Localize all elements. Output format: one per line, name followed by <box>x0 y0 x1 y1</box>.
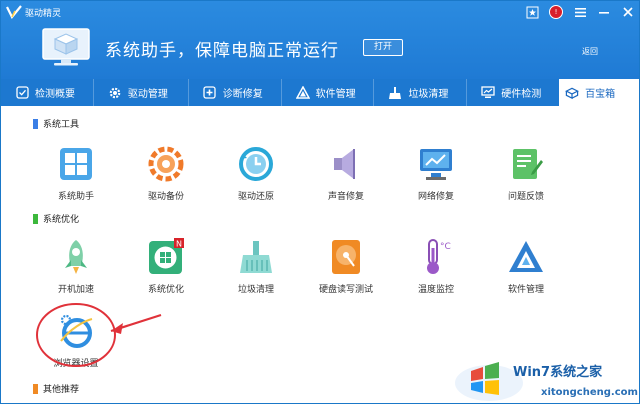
rocket-icon <box>56 237 96 277</box>
chart-monitor-icon <box>481 86 495 100</box>
tool-sound-repair[interactable]: 声音修复 <box>306 144 386 202</box>
toolbox-monitor-icon <box>42 28 90 66</box>
toolbox-icon <box>565 86 580 100</box>
tool-label: 系统优化 <box>147 285 184 295</box>
section-marker <box>33 213 38 224</box>
tool-temperature-monitor[interactable]: °C 温度监控 <box>396 237 476 295</box>
tool-label: 温度监控 <box>417 285 454 295</box>
tab-diagnose-repair[interactable]: 诊断修复 <box>189 79 281 106</box>
tool-label: 硬盘读写测试 <box>318 285 373 295</box>
tab-software-management[interactable]: 软件管理 <box>282 79 374 106</box>
tab-label: 检测概要 <box>35 89 75 100</box>
annotation-highlight <box>36 303 162 367</box>
tab-label: 硬件检测 <box>501 89 542 100</box>
tool-network-repair[interactable]: 网络修复 <box>396 144 476 202</box>
tool-disk-rw-test[interactable]: 硬盘读写测试 <box>306 237 386 295</box>
tool-label: 开机加速 <box>57 285 94 295</box>
broom-icon <box>388 86 402 100</box>
section-marker <box>33 118 38 129</box>
tool-label: 声音修复 <box>327 192 364 202</box>
tool-label: 软件管理 <box>507 285 544 295</box>
tab-driver-management[interactable]: 驱动管理 <box>94 79 188 106</box>
svg-text:°C: °C <box>440 242 451 252</box>
backup-gear-icon <box>146 144 186 184</box>
alert-badge-icon[interactable]: ! <box>545 1 567 23</box>
app-window: 驱动精灵 ! 系统助手，保障电脑正常运行 打开 返回 检测概要 驱动管理 诊断修… <box>0 0 640 404</box>
triangle-app-icon <box>295 86 310 100</box>
tab-label: 诊断修复 <box>222 89 263 100</box>
tool-boot-acceleration[interactable]: 开机加速 <box>36 237 116 295</box>
section-title: 系统工具 <box>43 120 80 130</box>
feedback-note-icon <box>506 144 546 184</box>
section-system-optimize: 系统优化 <box>33 212 79 225</box>
back-link[interactable]: 返回 <box>582 46 598 57</box>
tab-label: 百宝箱 <box>585 89 616 100</box>
tool-label: 网络修复 <box>417 192 454 202</box>
tool-feedback[interactable]: 问题反馈 <box>486 144 566 202</box>
thermometer-icon: °C <box>416 237 456 277</box>
minimize-icon[interactable] <box>593 1 615 23</box>
close-icon[interactable] <box>617 1 639 23</box>
tab-toolbox[interactable]: 百宝箱 <box>559 79 639 106</box>
tab-junk-cleanup[interactable]: 垃圾清理 <box>374 79 466 106</box>
tool-software-management[interactable]: 软件管理 <box>486 237 566 295</box>
windows-optimize-icon: N <box>146 237 186 277</box>
first-aid-icon <box>203 86 217 100</box>
tool-driver-restore[interactable]: 驱动还原 <box>216 144 296 202</box>
header-banner: 驱动精灵 ! 系统助手，保障电脑正常运行 打开 返回 <box>1 1 639 79</box>
open-button[interactable]: 打开 <box>363 39 403 56</box>
network-monitor-icon <box>416 144 456 184</box>
hard-disk-icon <box>326 237 366 277</box>
triangle-app-icon <box>506 237 546 277</box>
broom-icon <box>236 237 276 277</box>
favorite-icon[interactable] <box>521 1 543 23</box>
main-tabbar: 检测概要 驱动管理 诊断修复 软件管理 垃圾清理 硬件检测 百宝箱 <box>1 79 639 106</box>
tool-label: 驱动还原 <box>237 192 274 202</box>
gear-icon <box>108 86 122 100</box>
header-slogan: 系统助手，保障电脑正常运行 <box>105 41 339 61</box>
tool-label: 系统助手 <box>57 192 94 202</box>
tool-system-optimize[interactable]: N 系统优化 <box>126 237 206 295</box>
section-marker <box>33 383 38 394</box>
tab-detection-summary[interactable]: 检测概要 <box>1 79 93 106</box>
watermark-url: xitongcheng.com <box>541 387 638 398</box>
app-logo-icon <box>6 5 22 19</box>
monitor-check-icon <box>15 86 29 100</box>
section-title: 系统优化 <box>43 215 80 225</box>
section-title: 其他推荐 <box>43 385 80 395</box>
tool-label: 垃圾清理 <box>237 285 274 295</box>
speaker-icon <box>326 144 366 184</box>
tab-label: 驱动管理 <box>127 89 168 100</box>
tool-junk-cleanup[interactable]: 垃圾清理 <box>216 237 296 295</box>
watermark-brand: Win7系统之家 <box>513 365 603 380</box>
windows-tiles-icon <box>56 144 96 184</box>
tool-system-assistant[interactable]: 系统助手 <box>36 144 116 202</box>
menu-icon[interactable] <box>569 1 591 23</box>
app-title: 驱动精灵 <box>25 9 62 19</box>
tab-label: 垃圾清理 <box>408 89 449 100</box>
section-other-recommend: 其他推荐 <box>33 382 79 395</box>
new-badge: N <box>176 240 182 249</box>
restore-clock-icon <box>236 144 276 184</box>
tab-hardware-detection[interactable]: 硬件检测 <box>467 79 559 106</box>
tool-label: 驱动备份 <box>147 192 184 202</box>
section-system-tools: 系统工具 <box>33 117 79 130</box>
tab-label: 软件管理 <box>315 89 356 100</box>
tool-driver-backup[interactable]: 驱动备份 <box>126 144 206 202</box>
window-controls: ! <box>521 1 639 23</box>
tool-label: 问题反馈 <box>507 192 544 202</box>
